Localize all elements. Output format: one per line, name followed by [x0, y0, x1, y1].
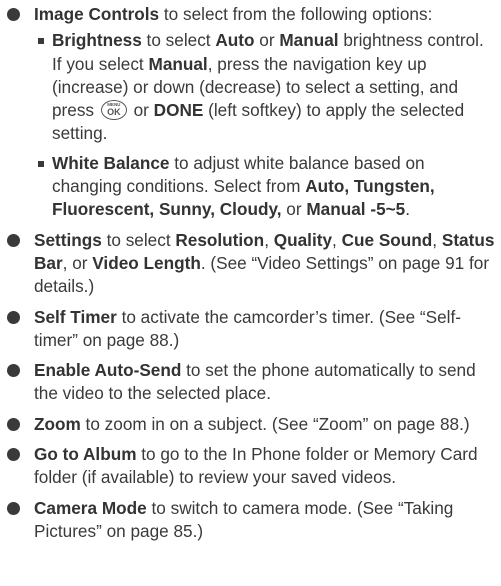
bullet-icon — [7, 417, 20, 431]
option-name: Settings — [34, 229, 102, 250]
option-description: to select — [101, 229, 176, 250]
bullet-icon — [7, 8, 20, 21]
list-item-enable-auto-send: Enable Auto-Send to set the phone automa… — [6, 359, 495, 406]
text-run: or — [128, 100, 154, 121]
list-item-self-timer: Self Timer to activate the camcorder’s t… — [6, 306, 495, 353]
list-item-image-controls: Image Controls to select from the follow… — [6, 3, 495, 222]
text-run: or — [254, 30, 280, 51]
list-item-zoom: Zoom to zoom in on a subject. (See “Zoom… — [6, 413, 495, 436]
text-run: . — [405, 199, 411, 220]
option-description: to select — [141, 30, 216, 51]
option-name: Zoom — [34, 413, 81, 434]
value-manual: Manual — [148, 53, 208, 74]
setting-video-length: Video Length — [92, 252, 201, 273]
text-run: , — [264, 229, 274, 250]
setting-quality: Quality — [273, 229, 333, 250]
setting-cue-sound: Cue Sound — [341, 229, 433, 250]
option-name: Camera Mode — [34, 497, 147, 518]
manual-page: Image Controls to select from the follow… — [0, 0, 501, 586]
text-run: or — [281, 199, 307, 220]
icon-ok-text: OK — [107, 107, 121, 118]
sublist-item-brightness: Brightness to select Auto or Manual brig… — [34, 29, 495, 145]
option-name: Go to Album — [34, 444, 137, 465]
bullet-icon — [7, 364, 20, 378]
option-name: Brightness — [52, 30, 142, 51]
text-run: , — [332, 229, 342, 250]
option-name: Image Controls — [34, 4, 160, 24]
option-name: Self Timer — [34, 306, 117, 327]
done-softkey-label: DONE — [153, 100, 204, 121]
option-list: Image Controls to select from the follow… — [6, 3, 495, 543]
image-controls-sublist: Brightness to select Auto or Manual brig… — [34, 29, 495, 221]
bullet-icon — [7, 310, 20, 324]
setting-resolution: Resolution — [175, 229, 265, 250]
value-manual: Manual — [279, 30, 339, 51]
list-item-camera-mode: Camera Mode to switch to camera mode. (S… — [6, 497, 495, 544]
value-auto: Auto — [215, 30, 255, 51]
square-bullet-icon — [38, 160, 44, 167]
text-run: , — [432, 229, 442, 250]
option-description: to select from the following options: — [159, 4, 433, 24]
value-manual-range: Manual -5~5 — [306, 199, 406, 220]
bullet-icon — [7, 501, 20, 515]
option-name: White Balance — [52, 152, 170, 173]
list-item-settings: Settings to select Resolution, Quality , … — [6, 229, 495, 299]
menu-ok-key-icon: MENU OK — [100, 100, 127, 121]
text-run: , or — [62, 252, 93, 273]
bullet-icon — [7, 448, 20, 462]
option-name: Enable Auto-Send — [34, 360, 182, 381]
list-item-go-to-album: Go to Album to go to the In Phone folder… — [6, 443, 495, 490]
bullet-icon — [7, 233, 20, 247]
square-bullet-icon — [38, 38, 44, 45]
option-description: to zoom in on a subject. (See “Zoom” on … — [80, 413, 470, 434]
sublist-item-white-balance: White Balance to adjust white balance ba… — [34, 152, 495, 222]
